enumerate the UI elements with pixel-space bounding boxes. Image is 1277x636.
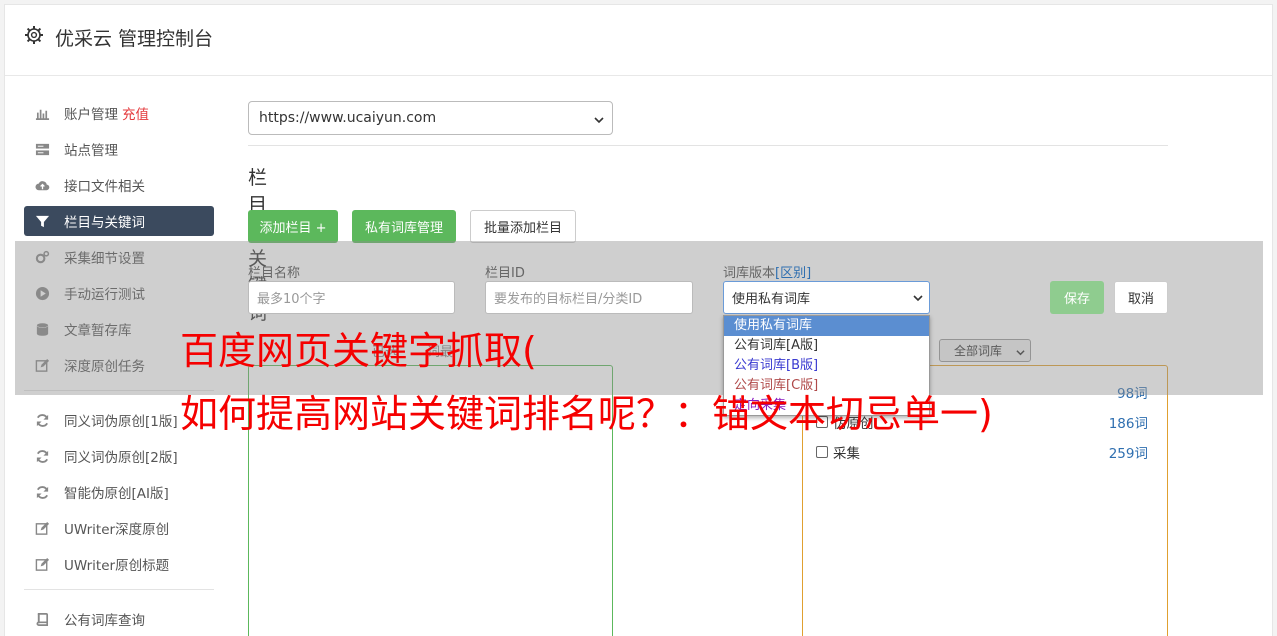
- server-icon: [34, 141, 50, 157]
- sidebar-item-label: 栏目与关键词: [64, 215, 145, 231]
- library-row[interactable]: 采集 259词: [816, 442, 1148, 462]
- sidebar-item-label: 站点管理: [64, 143, 118, 159]
- sidebar-item-uwriter-deep[interactable]: UWriter深度原创: [24, 513, 214, 543]
- filter-icon: [34, 213, 50, 229]
- batch-add-button[interactable]: 批量添加栏目: [470, 210, 576, 243]
- edit-icon: [34, 556, 50, 572]
- cancel-button[interactable]: 取消: [1114, 281, 1168, 314]
- sidebar-item-ai-rewrite[interactable]: 智能伪原创[AI版]: [24, 477, 214, 507]
- site-select[interactable]: https://www.ucaiyun.com: [248, 101, 613, 135]
- refresh-icon: [34, 484, 50, 500]
- watermark-line-2: 如何提高网站关键词排名呢？：锚文本切忌单一): [180, 392, 993, 436]
- library-version-label: 词库版本[区别]: [723, 266, 812, 281]
- sidebar-item-label: 公有词库查询: [64, 613, 145, 629]
- save-button[interactable]: 保存: [1050, 281, 1104, 314]
- column-name-input[interactable]: 最多10个字: [248, 281, 455, 314]
- gear-icon: [24, 25, 44, 45]
- sidebar-item-label: UWriter原创标题: [64, 558, 170, 574]
- sidebar-item-columns[interactable]: 栏目与关键词: [24, 206, 214, 236]
- library-version-select[interactable]: 使用私有词库: [723, 281, 930, 314]
- sidebar-item-label: 同义词伪原创[1版]: [64, 414, 178, 430]
- dropdown-option[interactable]: 使用私有词库: [724, 316, 929, 336]
- bar-chart-icon: [34, 105, 50, 121]
- sidebar-item-synonym-v2[interactable]: 同义词伪原创[2版]: [24, 441, 214, 471]
- dropdown-option[interactable]: 公有词库[A版]: [724, 336, 929, 356]
- sidebar-item-uwriter-title[interactable]: UWriter原创标题: [24, 549, 214, 579]
- chevron-down-icon: [594, 113, 604, 129]
- sidebar-item-label: 接口文件相关: [64, 179, 145, 195]
- column-name-label: 栏目名称: [248, 266, 301, 281]
- header: 优采云 管理控制台: [5, 5, 1272, 76]
- dropdown-option[interactable]: 公有词库[B版]: [724, 356, 929, 376]
- column-id-input[interactable]: 要发布的目标栏目/分类ID: [485, 281, 693, 314]
- watermark-line-1: 百度网页关键字抓取(: [180, 329, 537, 373]
- divider: [248, 145, 1168, 146]
- edit-icon: [34, 520, 50, 536]
- refresh-icon: [34, 412, 50, 428]
- page-title: 优采云 管理控制台: [55, 28, 214, 50]
- sidebar-item-label: 账户管理: [64, 107, 118, 123]
- private-library-button[interactable]: 私有词库管理: [352, 210, 456, 243]
- sidebar-item-account[interactable]: 账户管理 充值: [24, 98, 214, 128]
- sidebar-item-label: 智能伪原创[AI版]: [64, 486, 169, 502]
- chevron-down-icon: [913, 292, 923, 307]
- book-icon: [34, 611, 50, 627]
- cloud-upload-icon: [34, 177, 50, 193]
- sidebar-divider: [24, 589, 214, 590]
- sidebar-item-label: 同义词伪原创[2版]: [64, 450, 178, 466]
- sidebar-item-public-lib[interactable]: 公有词库查询: [24, 604, 214, 634]
- add-column-button[interactable]: 添加栏目 +: [248, 210, 338, 243]
- sidebar-item-interface[interactable]: 接口文件相关: [24, 170, 214, 200]
- difference-link[interactable]: [区别]: [775, 266, 811, 281]
- sidebar-item-label: UWriter深度原创: [64, 522, 170, 538]
- refresh-icon: [34, 448, 50, 464]
- checkbox[interactable]: [816, 446, 828, 458]
- column-id-label: 栏目ID: [485, 266, 525, 281]
- sidebar-item-sites[interactable]: 站点管理: [24, 134, 214, 164]
- recharge-link[interactable]: 充值: [122, 103, 149, 123]
